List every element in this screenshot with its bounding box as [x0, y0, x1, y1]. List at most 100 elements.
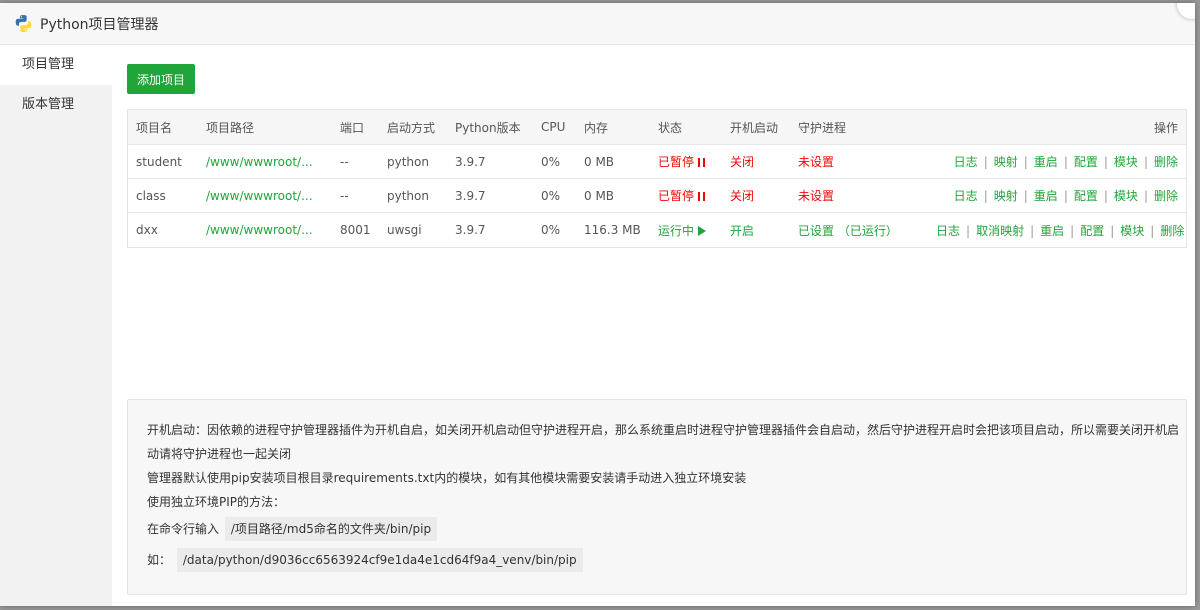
restart-link[interactable]: 重启	[1034, 189, 1058, 203]
sidebar: 项目管理 版本管理	[0, 45, 112, 606]
cell-version: 3.9.7	[455, 154, 486, 169]
cell-cpu: 0%	[541, 188, 561, 203]
header-version: Python版本	[455, 120, 521, 135]
pause-icon	[698, 192, 706, 201]
status-toggle[interactable]: 已暂停	[650, 187, 722, 204]
window-title: Python项目管理器	[40, 16, 159, 33]
modules-link[interactable]: 模块	[1114, 155, 1138, 169]
help-line: 如： /data/python/d9036cc6563924cf9e1da4e1…	[147, 545, 1186, 576]
python-logo-icon	[15, 14, 32, 33]
boot-toggle[interactable]: 关闭	[722, 153, 790, 170]
cell-memory: 0 MB	[584, 188, 615, 203]
delete-link[interactable]: 删除	[1154, 189, 1178, 203]
cell-mode: python	[387, 154, 429, 169]
cell-cpu: 0%	[541, 154, 561, 169]
cell-memory: 116.3 MB	[584, 223, 641, 237]
help-text: 如：	[147, 553, 172, 567]
boot-toggle[interactable]: 关闭	[722, 187, 790, 204]
status-text: 已暂停	[658, 189, 695, 203]
help-line: 使用独立环境PIP的方法：	[147, 495, 286, 509]
status-text: 运行中	[658, 223, 695, 238]
help-line: 管理器默认使用pip安装项目根目录requirements.txt内的模块，如有…	[147, 471, 747, 485]
separator: |	[1143, 189, 1148, 203]
pause-icon	[698, 158, 706, 167]
project-manager-window: Python项目管理器 项目管理 版本管理 添加项目 项目名 项目路径 端口 启…	[0, 3, 1195, 606]
daemon-text: 未设置	[798, 189, 835, 203]
cell-port: --	[340, 154, 349, 169]
config-link[interactable]: 配置	[1074, 155, 1098, 169]
pip-example-code: /data/python/d9036cc6563924cf9e1da4e1cd6…	[176, 548, 583, 572]
header-name: 项目名	[136, 120, 173, 135]
projects-table: 项目名 项目路径 端口 启动方式 Python版本 CPU 内存 状态 开机启动…	[127, 109, 1187, 248]
delete-link[interactable]: 删除	[1154, 155, 1178, 169]
row-actions: 日志 | 取消映射 | 重启 | 配置 | 模块 | 删除	[928, 222, 1186, 239]
cell-mode: python	[387, 188, 429, 203]
log-link[interactable]: 日志	[954, 189, 978, 203]
help-line: 开机启动：因依赖的进程守护管理器插件为开机自启，如关闭开机启动但守护进程开启，那…	[147, 423, 1180, 437]
main-panel: 添加项目 项目名 项目路径 端口 启动方式 Python版本 CPU 内存 状态…	[112, 45, 1195, 606]
help-line: 在命令行输入 /项目路径/md5命名的文件夹/bin/pip	[147, 514, 1186, 545]
sidebar-item-versions[interactable]: 版本管理	[0, 85, 112, 125]
modules-link[interactable]: 模块	[1114, 189, 1138, 203]
daemon-setting[interactable]: 已设置 （已运行）	[790, 222, 928, 239]
cell-name: class	[136, 188, 166, 203]
row-actions: 日志 | 映射 | 重启 | 配置 | 模块 | 删除	[928, 153, 1186, 170]
separator: |	[1063, 189, 1068, 203]
unmap-link[interactable]: 取消映射	[976, 224, 1024, 238]
map-link[interactable]: 映射	[994, 155, 1018, 169]
sidebar-item-projects[interactable]: 项目管理	[0, 45, 112, 85]
table-row: class /www/wwwroot/... -- python 3.9.7 0…	[128, 179, 1186, 213]
row-actions: 日志 | 映射 | 重启 | 配置 | 模块 | 删除	[928, 187, 1186, 204]
restart-link[interactable]: 重启	[1034, 155, 1058, 169]
status-toggle[interactable]: 已暂停	[650, 153, 722, 170]
boot-toggle[interactable]: 开启	[722, 222, 790, 239]
table-row: student /www/wwwroot/... -- python 3.9.7…	[128, 145, 1186, 179]
log-link[interactable]: 日志	[936, 224, 960, 238]
cell-name: dxx	[136, 223, 158, 237]
cell-path-link[interactable]: /www/wwwroot/...	[198, 223, 332, 237]
cell-mode: uwsgi	[387, 223, 422, 237]
separator: |	[966, 223, 971, 238]
header-boot: 开机启动	[730, 120, 779, 135]
cell-memory: 0 MB	[584, 154, 615, 169]
help-line: 动请将守护进程也一起关闭	[147, 447, 292, 461]
cell-version: 3.9.7	[455, 188, 486, 203]
log-link[interactable]: 日志	[954, 155, 978, 169]
header-actions: 操作	[1153, 120, 1178, 135]
status-toggle[interactable]: 运行中	[650, 222, 722, 239]
separator: |	[1063, 155, 1068, 169]
cell-path-link[interactable]: /www/wwwroot/...	[198, 155, 332, 169]
separator: |	[1023, 155, 1028, 169]
separator: |	[1110, 223, 1115, 238]
add-project-button[interactable]: 添加项目	[127, 64, 196, 94]
map-link[interactable]: 映射	[994, 189, 1018, 203]
modules-link[interactable]: 模块	[1120, 224, 1144, 238]
separator: |	[983, 155, 988, 169]
title-bar: Python项目管理器	[0, 3, 1195, 45]
restart-link[interactable]: 重启	[1040, 224, 1064, 238]
daemon-setting[interactable]: 未设置	[790, 153, 928, 170]
cell-name: student	[136, 154, 182, 169]
table-header: 项目名 项目路径 端口 启动方式 Python版本 CPU 内存 状态 开机启动…	[128, 110, 1186, 145]
daemon-text: 未设置	[798, 155, 835, 169]
header-port: 端口	[340, 120, 365, 135]
header-memory: 内存	[584, 120, 609, 135]
play-icon	[698, 225, 707, 236]
daemon-setting[interactable]: 未设置	[790, 187, 928, 204]
separator: |	[1143, 155, 1148, 169]
separator: |	[1150, 223, 1155, 238]
config-link[interactable]: 配置	[1074, 189, 1098, 203]
separator: |	[1103, 155, 1108, 169]
separator: |	[1070, 223, 1075, 238]
separator: |	[1023, 189, 1028, 203]
separator: |	[1030, 223, 1035, 238]
header-status: 状态	[658, 120, 683, 135]
cell-version: 3.9.7	[455, 223, 486, 237]
cell-cpu: 0%	[541, 223, 561, 237]
cell-port: 8001	[340, 223, 371, 237]
cell-port: --	[340, 188, 349, 203]
config-link[interactable]: 配置	[1080, 224, 1104, 238]
cell-path-link[interactable]: /www/wwwroot/...	[198, 189, 332, 203]
delete-link[interactable]: 删除	[1160, 224, 1184, 238]
table-row: dxx /www/wwwroot/... 8001 uwsgi 3.9.7 0%…	[128, 213, 1186, 247]
